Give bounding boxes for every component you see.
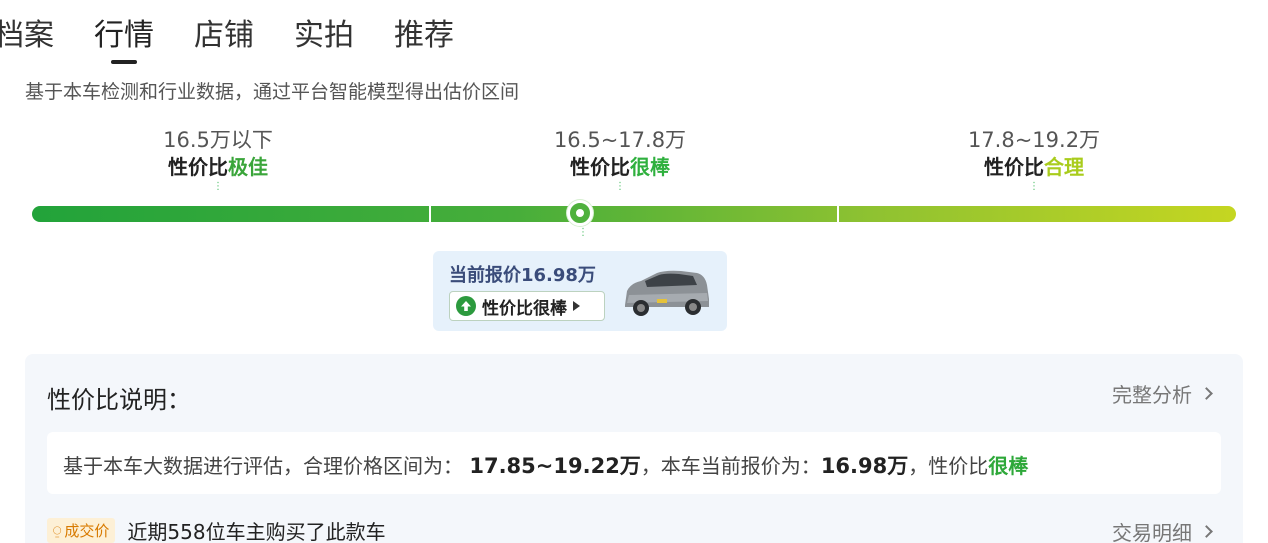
tab-market[interactable]: 行情 [94, 14, 154, 64]
chevron-right-icon [1200, 387, 1213, 400]
value-badge-label: 性价比很棒 [482, 298, 567, 319]
bar-divider [429, 206, 431, 222]
gradient-bar [32, 206, 1236, 222]
play-arrow-icon [573, 301, 580, 311]
value-badge-button[interactable]: 性价比很棒 [449, 291, 605, 321]
valuation-subtitle: 基于本车检测和行业数据，通过平台智能模型得出估价区间 [25, 81, 520, 103]
tab-store[interactable]: 店铺 [194, 14, 254, 58]
current-price-marker [566, 200, 593, 226]
range-grade: 性价比极佳 [168, 155, 268, 179]
range-price: 16.5万以下 [163, 128, 273, 152]
price-scale-bar [32, 200, 1236, 226]
marker-pointer-dots: ⋮ [578, 227, 588, 238]
active-tab-indicator [111, 60, 137, 64]
bar-divider [837, 206, 839, 222]
range-price: 16.5~17.8万 [553, 128, 687, 152]
evaluation-description: 基于本车大数据进行评估，合理价格区间为： 17.85~19.22万，本车当前报价… [47, 432, 1221, 494]
deal-price-tag: ⍜ 成交价 [47, 518, 116, 543]
current-price-label: 当前报价16.98万 [449, 265, 596, 286]
chevron-right-icon [1200, 525, 1213, 538]
range-great: 16.5~17.8万 性价比很棒 ⋮ [470, 126, 770, 192]
car-thumbnail-icon [625, 270, 709, 316]
range-pointer-dots: ⋮ [615, 181, 625, 192]
deal-info: ⍜ 成交价 近期558位车主购买了此款车 [47, 516, 386, 543]
deal-icon: ⍜ [53, 522, 62, 539]
tab-archive[interactable]: 档案 [0, 14, 54, 58]
range-excellent: 16.5万以下 性价比极佳 ⋮ [68, 126, 368, 192]
range-grade: 性价比很棒 [570, 155, 670, 179]
full-analysis-link[interactable]: 完整分析 [1112, 379, 1213, 408]
range-price: 17.8~19.2万 [967, 128, 1101, 152]
trade-details-link[interactable]: 交易明细 [1112, 517, 1213, 543]
tab-bar: 档案 行情 店铺 实拍 推荐 [0, 14, 494, 64]
range-pointer-dots: ⋮ [213, 181, 223, 192]
range-pointer-dots: ⋮ [1029, 181, 1039, 192]
range-reasonable: 17.8~19.2万 性价比合理 ⋮ [884, 126, 1184, 192]
value-explanation-panel: 性价比说明： 完整分析 基于本车大数据进行评估，合理价格区间为： 17.85~1… [25, 354, 1243, 543]
deal-text: 近期558位车主购买了此款车 [127, 520, 386, 543]
arrow-up-icon [456, 296, 476, 316]
price-ranges: 16.5万以下 性价比极佳 ⋮ 16.5~17.8万 性价比很棒 ⋮ 17.8~… [28, 126, 1238, 206]
tab-recommend[interactable]: 推荐 [394, 14, 454, 58]
range-grade: 性价比合理 [984, 155, 1084, 179]
current-price-card[interactable]: 当前报价16.98万 性价比很棒 [433, 251, 727, 331]
tab-photos[interactable]: 实拍 [294, 14, 354, 58]
panel-title: 性价比说明： [47, 386, 191, 414]
